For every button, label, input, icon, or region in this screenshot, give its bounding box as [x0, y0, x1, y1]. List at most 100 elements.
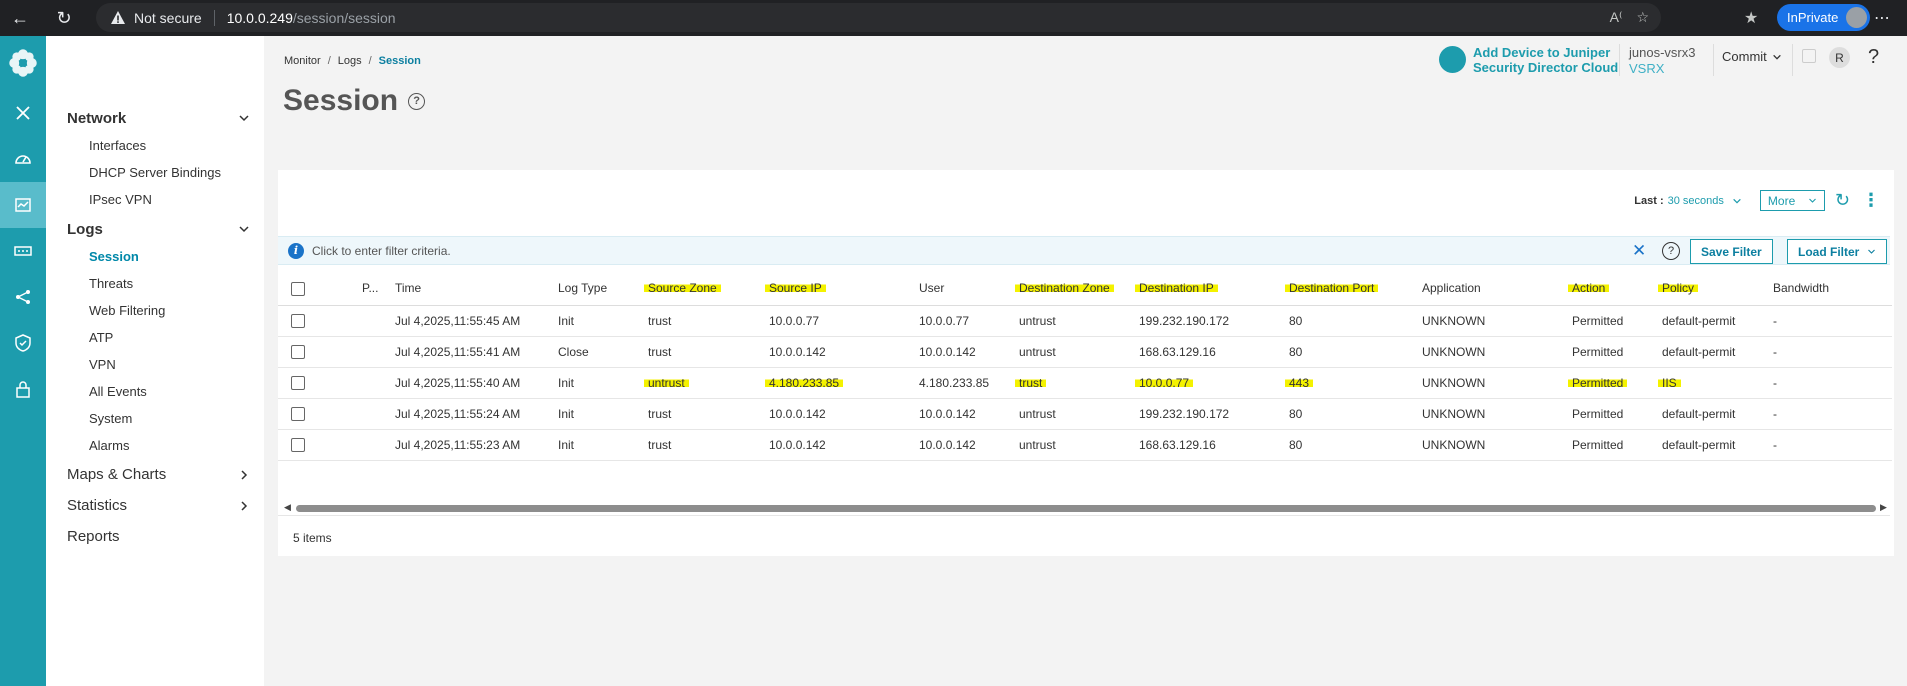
more-button[interactable]: More — [1759, 190, 1825, 211]
kebab-menu-icon[interactable]: ⋮ — [1862, 190, 1880, 211]
scroll-right-icon[interactable]: ▶ — [1880, 502, 1887, 513]
table-cell: 10.0.0.77 — [1135, 375, 1194, 390]
chevron-down-icon — [239, 115, 249, 122]
nav-item-threats[interactable]: Threats — [46, 270, 264, 297]
table-cell: Close — [558, 344, 589, 359]
info-icon: i — [288, 242, 304, 259]
filter-help-icon[interactable]: ? — [1662, 242, 1680, 260]
load-filter-button[interactable]: Load Filter — [1787, 239, 1887, 264]
help-icon[interactable]: ? — [408, 92, 426, 110]
table-cell: Init — [558, 375, 575, 390]
nav-item-all-events[interactable]: All Events — [46, 378, 264, 405]
table-row[interactable]: Jul 4,2025,11:55:45 AM Init trust 10.0.0.77… — [278, 305, 1892, 337]
favorite-star-icon[interactable]: ☆ — [1636, 9, 1649, 26]
breadcrumb-monitor[interactable]: Monitor — [284, 55, 321, 67]
column-header[interactable]: P... — [362, 272, 395, 306]
row-checkbox[interactable] — [291, 375, 305, 390]
nav-item-ipsec[interactable]: IPsec VPN — [46, 186, 264, 213]
save-filter-button[interactable]: Save Filter — [1690, 239, 1773, 264]
filter-input[interactable]: Click to enter filter criteria. — [312, 244, 451, 258]
table-cell: 10.0.0.142 — [769, 344, 826, 359]
scrollbar-thumb[interactable] — [296, 505, 1876, 512]
row-checkbox[interactable] — [291, 313, 305, 328]
chevron-down-icon — [239, 226, 249, 233]
logo-icon[interactable] — [0, 36, 46, 90]
select-all-checkbox[interactable] — [291, 281, 305, 296]
monitor-icon[interactable] — [0, 182, 46, 228]
refresh-icon[interactable]: ↻ — [48, 2, 80, 34]
nav-group-logs[interactable]: Logs — [46, 215, 264, 243]
nav-group-maps-charts[interactable]: Maps & Charts — [46, 459, 264, 490]
device-info: junos-vsrx3 VSRX — [1629, 45, 1695, 77]
row-checkbox[interactable] — [291, 406, 305, 421]
column-header[interactable]: Source IP — [765, 281, 826, 296]
time-range-select[interactable]: 30 seconds — [1668, 195, 1724, 207]
close-icon[interactable] — [0, 90, 46, 136]
favorites-icon[interactable]: ★ — [1744, 8, 1758, 28]
table-row[interactable]: Jul 4,2025,11:55:24 AM Init trust 10.0.0.14… — [278, 398, 1892, 430]
nav-item-system[interactable]: System — [46, 405, 264, 432]
table-row[interactable]: Jul 4,2025,11:55:23 AM Init trust 10.0.0.14… — [278, 429, 1892, 461]
read-aloud-icon[interactable]: A⁽ — [1610, 9, 1623, 26]
table-cell: Permitted — [1572, 344, 1624, 359]
column-header[interactable]: Bandwidth — [1773, 272, 1892, 306]
nav-group-statistics[interactable]: Statistics — [46, 490, 264, 521]
nav-item-dhcp[interactable]: DHCP Server Bindings — [46, 159, 264, 186]
network-share-icon[interactable] — [0, 274, 46, 320]
user-avatar[interactable]: R — [1829, 47, 1850, 68]
dashboard-icon[interactable] — [0, 136, 46, 182]
table-row[interactable]: Jul 4,2025,11:55:40 AM Init untrust 4.180.2… — [278, 367, 1892, 399]
add-device-link[interactable]: Add Device to Juniper Security Director … — [1473, 45, 1618, 75]
chevron-down-icon[interactable] — [1732, 196, 1742, 206]
column-header[interactable]: User — [919, 272, 1019, 306]
column-header[interactable]: Policy — [1658, 281, 1699, 296]
inprivate-badge[interactable]: InPrivate — [1777, 4, 1871, 31]
table-cell: 10.0.0.77 — [919, 313, 970, 328]
shield-icon[interactable] — [0, 320, 46, 366]
column-header[interactable]: Destination Port — [1285, 281, 1379, 296]
nav-item-atp[interactable]: ATP — [46, 324, 264, 351]
nav-item-reports[interactable]: Reports — [46, 521, 264, 552]
global-help-icon[interactable]: ? — [1868, 46, 1879, 69]
browser-menu-icon[interactable]: ⋯ — [1874, 8, 1891, 28]
row-checkbox[interactable] — [291, 344, 305, 359]
table-cell: 10.0.0.142 — [769, 437, 826, 452]
table-cell: trust — [1015, 375, 1047, 390]
column-header[interactable]: Source Zone — [644, 281, 721, 296]
lock-icon[interactable] — [0, 366, 46, 412]
nav-item-session[interactable]: Session — [46, 243, 264, 270]
column-header[interactable]: Log Type — [558, 272, 648, 306]
device-icon[interactable] — [0, 228, 46, 274]
nav-group-network[interactable]: Network — [46, 104, 264, 132]
column-header[interactable]: Action — [1568, 281, 1610, 296]
nav-item-interfaces[interactable]: Interfaces — [46, 132, 264, 159]
back-icon[interactable]: ← — [4, 2, 36, 34]
clear-filter-icon[interactable]: ✕ — [1632, 241, 1646, 261]
nav-item-vpn[interactable]: VPN — [46, 351, 264, 378]
table-cell: untrust — [1019, 406, 1056, 421]
table-row[interactable]: Jul 4,2025,11:55:41 AM Close trust 10.0.0.1… — [278, 336, 1892, 368]
column-header[interactable]: Time — [395, 272, 558, 306]
breadcrumb-logs[interactable]: Logs — [338, 55, 362, 67]
refresh-icon[interactable]: ↻ — [1835, 190, 1850, 211]
load-filter-label: Load Filter — [1798, 244, 1860, 259]
address-bar[interactable]: Not secure 10.0.0.249/session/session A⁽… — [96, 3, 1661, 32]
nav-item-alarms[interactable]: Alarms — [46, 432, 264, 459]
row-checkbox[interactable] — [291, 437, 305, 452]
url-path: /session/session — [292, 9, 396, 26]
table-cell: 80 — [1289, 437, 1303, 452]
column-header[interactable]: Destination Zone — [1015, 281, 1114, 296]
last-label: Last : — [1634, 194, 1664, 207]
table-cell: 10.0.0.142 — [769, 406, 826, 421]
column-header[interactable]: Application — [1422, 272, 1572, 306]
column-header[interactable]: Destination IP — [1135, 281, 1218, 296]
table-cell: 80 — [1289, 344, 1303, 359]
horizontal-scrollbar[interactable]: ◀ ▶ — [282, 502, 1890, 513]
chevron-down-icon — [1868, 249, 1875, 254]
commit-menu[interactable]: Commit — [1722, 49, 1782, 64]
notification-icon[interactable] — [1802, 49, 1816, 63]
nav-item-web-filtering[interactable]: Web Filtering — [46, 297, 264, 324]
header-divider — [1792, 44, 1793, 76]
scroll-left-icon[interactable]: ◀ — [284, 502, 291, 513]
juniper-cloud-icon[interactable] — [1439, 46, 1466, 73]
